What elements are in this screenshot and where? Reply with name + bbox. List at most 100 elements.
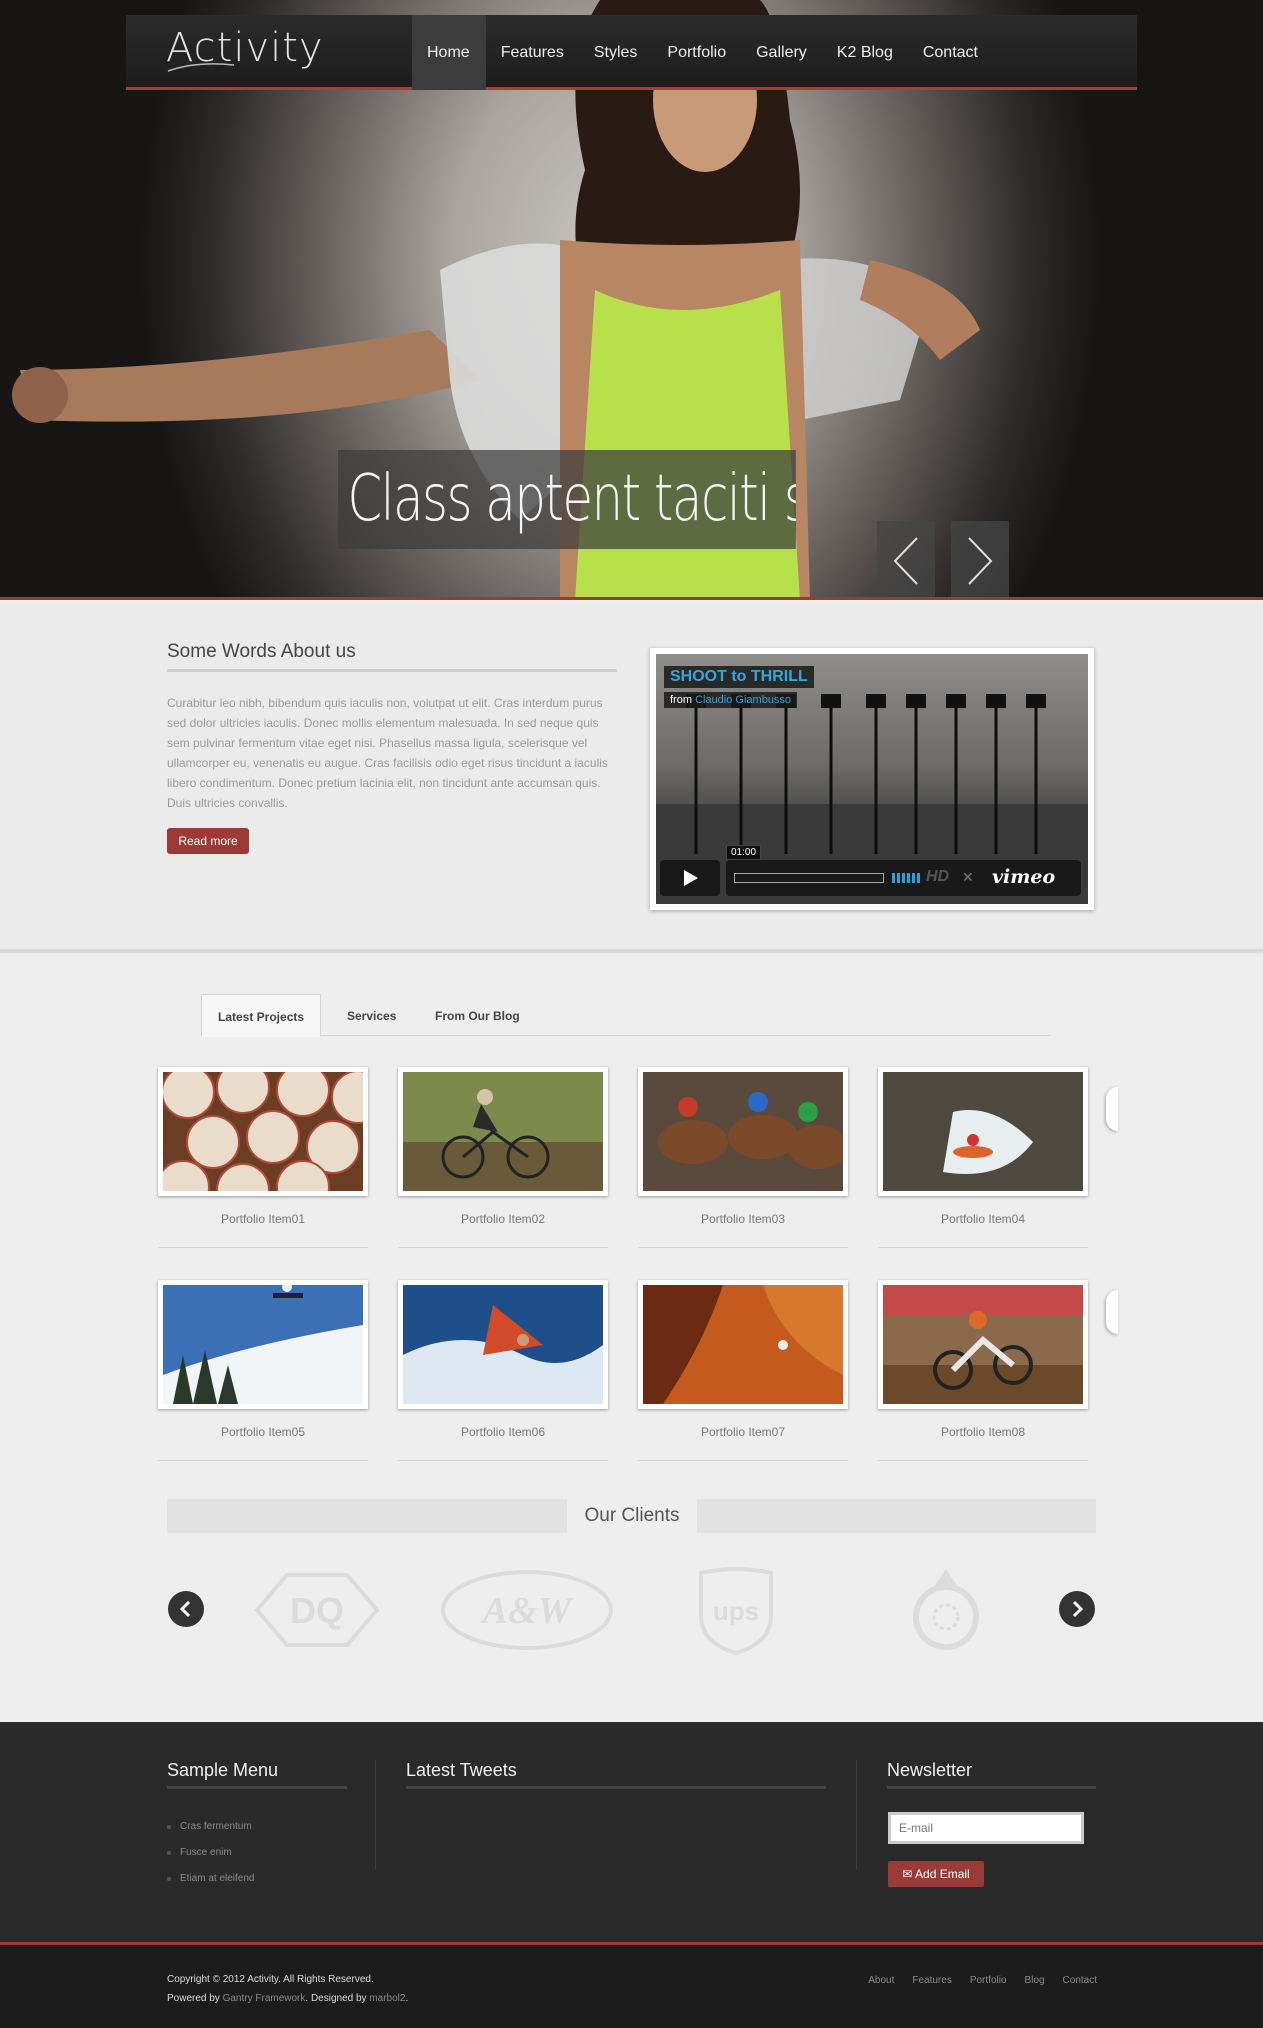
recycle-logo-icon[interactable]: [906, 1565, 986, 1655]
portfolio-item: Portfolio Item01: [156, 1060, 385, 1248]
nav-item-k2-blog[interactable]: K2 Blog: [822, 15, 908, 90]
portfolio-thumbnail[interactable]: [156, 1060, 385, 1217]
portfolio-item-label[interactable]: Portfolio Item04: [878, 1212, 1088, 1226]
divider: [398, 1460, 608, 1461]
sample-menu-item[interactable]: Cras fermentum: [167, 1814, 255, 1840]
video-frame[interactable]: SHOOT to THRILL from Claudio Giambusso 0…: [656, 654, 1088, 904]
client-logo-dq-text: DQ: [290, 1590, 344, 1631]
bottom-nav-contact[interactable]: Contact: [1063, 1975, 1097, 1986]
cyclist-image: [403, 1072, 603, 1191]
client-logo-ups-text: ups: [713, 1596, 759, 1626]
video-progress-bar[interactable]: [734, 873, 884, 883]
portfolio-item-label[interactable]: Portfolio Item01: [158, 1212, 368, 1226]
projects-section: Latest Projects Services From Our Blog P…: [0, 957, 1263, 1722]
nav-item-portfolio[interactable]: Portfolio: [652, 15, 741, 90]
client-logo-dq[interactable]: DQ: [252, 1565, 382, 1655]
sample-menu-item[interactable]: Etiam at eleifend: [167, 1866, 255, 1892]
copyright-text: Copyright © 2012 Activity. All Rights Re…: [167, 1974, 374, 1985]
clients-next-button[interactable]: [1059, 1591, 1095, 1627]
newsletter-email-input[interactable]: [888, 1812, 1084, 1844]
windsurf-image: [403, 1285, 603, 1404]
portfolio-item-label[interactable]: Portfolio Item05: [158, 1425, 368, 1439]
add-email-button[interactable]: ✉ Add Email: [888, 1861, 984, 1887]
about-section: Some Words About us Curabitur leo nibh, …: [0, 603, 1263, 953]
portfolio-item-label[interactable]: Portfolio Item08: [878, 1425, 1088, 1439]
hd-toggle[interactable]: HD: [926, 868, 949, 886]
snowboard-image: [163, 1282, 363, 1404]
video-title[interactable]: SHOOT to THRILL: [664, 666, 814, 688]
nav-item-features[interactable]: Features: [486, 15, 579, 90]
portfolio-thumbnail[interactable]: [638, 1067, 848, 1196]
bottom-nav-portfolio[interactable]: Portfolio: [970, 1975, 1007, 1986]
play-icon: [684, 870, 698, 886]
divider: [406, 1786, 826, 1789]
chevron-left-icon: [893, 536, 918, 585]
divider: [638, 1247, 848, 1248]
designer-link[interactable]: marbol2: [369, 1993, 405, 2004]
divider: [158, 1460, 368, 1461]
bottom-nav-features[interactable]: Features: [912, 1975, 951, 1986]
portfolio-item: Portfolio Item02: [398, 1067, 608, 1248]
video-play-button[interactable]: [660, 860, 720, 896]
clients-prev-button[interactable]: [168, 1591, 204, 1627]
hero-slideshow: Activity Home Features Styles Portfolio …: [0, 0, 1263, 600]
nav-item-home[interactable]: Home: [412, 15, 486, 90]
main-menu: Home Features Styles Portfolio Gallery K…: [412, 15, 993, 90]
vimeo-logo[interactable]: vimeo: [992, 866, 1055, 888]
powered-by-label: Powered by: [167, 1993, 220, 2004]
chevron-left-icon: [179, 1600, 191, 1618]
divider: [878, 1460, 1088, 1461]
about-title-rule: [167, 669, 617, 672]
slide-next-button[interactable]: [951, 521, 1009, 597]
carousel-peek[interactable]: [1106, 1290, 1118, 1334]
clients-title: Our Clients: [567, 1494, 697, 1538]
portfolio-item: Portfolio Item07: [638, 1280, 848, 1461]
tab-from-our-blog[interactable]: From Our Blog: [419, 994, 536, 1036]
divider: [638, 1460, 848, 1461]
bottom-nav: About Features Portfolio Blog Contact: [868, 1975, 1097, 1986]
client-logo-aw[interactable]: A&W: [438, 1565, 616, 1655]
read-more-button[interactable]: Read more: [167, 828, 249, 854]
client-logo-ups[interactable]: ups: [696, 1565, 776, 1655]
latest-tweets-title: Latest Tweets: [406, 1760, 517, 1780]
volume-icon[interactable]: [892, 871, 922, 885]
divider: [398, 1247, 608, 1248]
portfolio-item-label[interactable]: Portfolio Item07: [638, 1425, 848, 1439]
video-author-link[interactable]: Claudio Giambusso: [695, 694, 791, 706]
portfolio-item: Portfolio Item03: [638, 1067, 848, 1248]
newsletter-title: Newsletter: [887, 1760, 973, 1780]
motocross-image: [883, 1285, 1083, 1404]
bottom-nav-about[interactable]: About: [868, 1975, 894, 1986]
portfolio-item-label[interactable]: Portfolio Item06: [398, 1425, 608, 1439]
nav-item-styles[interactable]: Styles: [579, 15, 653, 90]
tab-services[interactable]: Services: [331, 994, 412, 1036]
divider: [158, 1247, 368, 1248]
slide-prev-button[interactable]: [877, 521, 935, 597]
bottom-nav-blog[interactable]: Blog: [1025, 1975, 1045, 1986]
portfolio-item: Portfolio Item04: [878, 1067, 1088, 1248]
portfolio-thumbnail[interactable]: [398, 1280, 608, 1409]
gantry-link[interactable]: Gantry Framework: [223, 1993, 306, 2004]
portfolio-item: Portfolio Item08: [878, 1280, 1088, 1461]
divider: [856, 1760, 857, 1870]
portfolio-thumbnail[interactable]: [638, 1280, 848, 1409]
portfolio-thumbnail[interactable]: [398, 1067, 608, 1196]
video-player[interactable]: SHOOT to THRILL from Claudio Giambusso 0…: [650, 648, 1094, 910]
fullscreen-icon[interactable]: ✕: [962, 869, 974, 886]
portfolio-item-label[interactable]: Portfolio Item02: [398, 1212, 608, 1226]
portfolio-thumbnail[interactable]: [878, 1067, 1088, 1196]
divider: [375, 1760, 376, 1870]
nav-item-gallery[interactable]: Gallery: [741, 15, 822, 90]
main-navbar: Activity Home Features Styles Portfolio …: [126, 15, 1137, 90]
copyright-block: Copyright © 2012 Activity. All Rights Re…: [167, 1970, 408, 2008]
sample-menu-item[interactable]: Fusce enim: [167, 1840, 255, 1866]
nav-item-contact[interactable]: Contact: [908, 15, 993, 90]
carousel-peek[interactable]: [1106, 1087, 1118, 1131]
portfolio-item-label[interactable]: Portfolio Item03: [638, 1212, 848, 1226]
tab-latest-projects[interactable]: Latest Projects: [201, 994, 322, 1037]
add-email-label: Add Email: [915, 1867, 970, 1881]
portfolio-thumbnail[interactable]: [158, 1280, 368, 1409]
chevron-right-icon: [1072, 1600, 1084, 1618]
portfolio-thumbnail[interactable]: [878, 1280, 1088, 1409]
divider: [167, 1786, 347, 1789]
